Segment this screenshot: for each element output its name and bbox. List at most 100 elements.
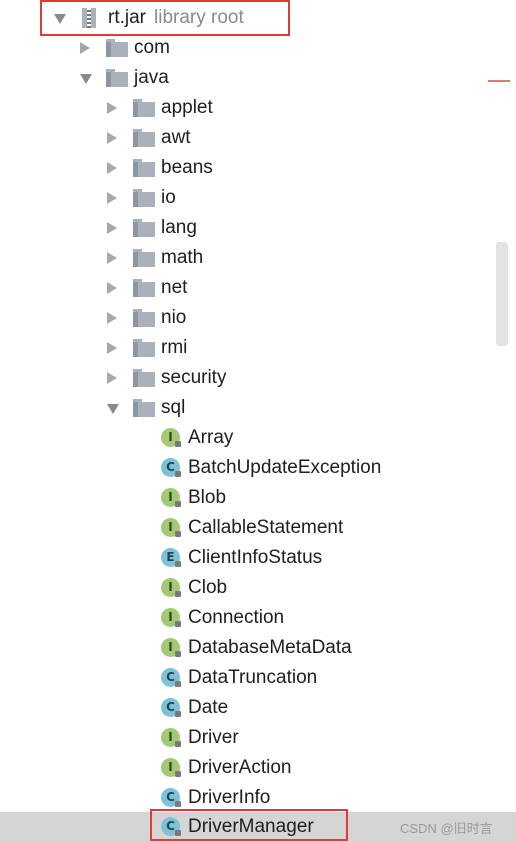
tree-row-class[interactable]: I CallableStatement xyxy=(0,513,516,543)
package-folder-icon xyxy=(133,129,155,147)
tree-row-java[interactable]: java xyxy=(0,63,516,93)
class-label: DriverManager xyxy=(188,816,314,837)
class-label: Clob xyxy=(188,577,228,598)
collapse-arrow-icon[interactable] xyxy=(107,132,117,144)
lock-icon xyxy=(175,801,181,807)
lock-icon xyxy=(175,681,181,687)
lock-icon xyxy=(175,591,181,597)
tree-row-package[interactable]: rmi xyxy=(0,333,516,363)
tree-row-class[interactable]: I Blob xyxy=(0,483,516,513)
package-folder-icon xyxy=(133,339,155,357)
tree-row-class[interactable]: C BatchUpdateException xyxy=(0,453,516,483)
class-label: DriverInfo xyxy=(188,787,271,808)
lock-icon xyxy=(175,771,181,777)
expand-arrow-icon[interactable] xyxy=(54,14,66,24)
tree-row-package[interactable]: awt xyxy=(0,123,516,153)
tree-row-sql[interactable]: sql xyxy=(0,393,516,423)
lock-icon xyxy=(175,741,181,747)
package-label: com xyxy=(134,37,170,58)
package-label: nio xyxy=(161,307,187,328)
package-label: math xyxy=(161,247,204,268)
package-folder-icon xyxy=(106,39,128,57)
collapse-arrow-icon[interactable] xyxy=(107,192,117,204)
collapse-arrow-icon[interactable] xyxy=(107,222,117,234)
collapse-arrow-icon[interactable] xyxy=(107,372,117,384)
package-label: io xyxy=(161,187,176,208)
collapse-arrow-icon[interactable] xyxy=(107,312,117,324)
tree-row-com[interactable]: com xyxy=(0,33,516,63)
class-label: ClientInfoStatus xyxy=(188,547,323,568)
tree-row-class[interactable]: I Clob xyxy=(0,573,516,603)
package-label: rmi xyxy=(161,337,188,358)
lock-icon xyxy=(175,621,181,627)
package-label: sql xyxy=(161,397,186,418)
collapse-arrow-icon[interactable] xyxy=(107,252,117,264)
class-label: DatabaseMetaData xyxy=(188,637,352,658)
class-label: Blob xyxy=(188,487,227,508)
tree-row-class[interactable]: C DataTruncation xyxy=(0,663,516,693)
lock-icon xyxy=(175,651,181,657)
tree-row-package[interactable]: io xyxy=(0,183,516,213)
tree-row-rt-jar[interactable]: rt.jar library root xyxy=(0,3,516,33)
package-folder-icon xyxy=(133,159,155,177)
lock-icon xyxy=(175,471,181,477)
package-label: lang xyxy=(161,217,197,238)
error-stripe-mark xyxy=(488,80,510,82)
package-folder-icon xyxy=(133,189,155,207)
collapse-arrow-icon[interactable] xyxy=(107,102,117,114)
watermark: CSDN @旧时言 xyxy=(400,821,493,836)
tree-row-package[interactable]: applet xyxy=(0,93,516,123)
tree-row-class[interactable]: I Connection xyxy=(0,603,516,633)
tree-row-class[interactable]: I DatabaseMetaData xyxy=(0,633,516,663)
tree-row-class[interactable]: E ClientInfoStatus xyxy=(0,543,516,573)
package-folder-icon xyxy=(133,369,155,387)
tree-row-package[interactable]: security xyxy=(0,363,516,393)
collapse-arrow-icon[interactable] xyxy=(107,162,117,174)
lock-icon xyxy=(175,441,181,447)
package-folder-icon xyxy=(133,399,155,417)
class-label: Date xyxy=(188,697,229,718)
tree-row-package[interactable]: lang xyxy=(0,213,516,243)
class-label: Array xyxy=(188,427,234,448)
lock-icon xyxy=(175,830,181,836)
package-folder-icon xyxy=(106,69,128,87)
collapse-arrow-icon[interactable] xyxy=(80,42,90,54)
package-folder-icon xyxy=(133,219,155,237)
collapse-arrow-icon[interactable] xyxy=(107,282,117,294)
lock-icon xyxy=(175,501,181,507)
package-label: awt xyxy=(161,127,191,148)
package-folder-icon xyxy=(133,99,155,117)
tree-row-class[interactable]: I DriverAction xyxy=(0,753,516,783)
expand-arrow-icon[interactable] xyxy=(80,74,92,84)
lock-icon xyxy=(175,711,181,717)
root-name: rt.jar xyxy=(108,7,146,28)
lock-icon xyxy=(175,531,181,537)
tree-row-class[interactable]: I Array xyxy=(0,423,516,453)
package-label: applet xyxy=(161,97,213,118)
package-label: java xyxy=(134,67,169,88)
tree-row-class[interactable]: C DriverInfo xyxy=(0,783,516,813)
scrollbar-thumb[interactable] xyxy=(496,242,508,346)
package-label: security xyxy=(161,367,227,388)
expand-arrow-icon[interactable] xyxy=(107,404,119,414)
package-folder-icon xyxy=(133,279,155,297)
tree-row-class[interactable]: I Driver xyxy=(0,723,516,753)
class-label: Connection xyxy=(188,607,285,628)
class-label: Driver xyxy=(188,727,239,748)
class-label: DataTruncation xyxy=(188,667,318,688)
tree-row-package[interactable]: math xyxy=(0,243,516,273)
tree-row-package[interactable]: beans xyxy=(0,153,516,183)
root-hint: library root xyxy=(154,7,244,28)
tree-row-package[interactable]: net xyxy=(0,273,516,303)
package-folder-icon xyxy=(133,309,155,327)
package-folder-icon xyxy=(133,249,155,267)
lock-icon xyxy=(175,561,181,567)
class-label: DriverAction xyxy=(188,757,292,778)
package-label: beans xyxy=(161,157,213,178)
collapse-arrow-icon[interactable] xyxy=(107,342,117,354)
class-label: CallableStatement xyxy=(188,517,344,538)
tree-row-package[interactable]: nio xyxy=(0,303,516,333)
jar-icon xyxy=(80,8,100,30)
project-tree: rt.jar library root com java applet awt b… xyxy=(0,0,516,842)
tree-row-class[interactable]: C Date xyxy=(0,693,516,723)
